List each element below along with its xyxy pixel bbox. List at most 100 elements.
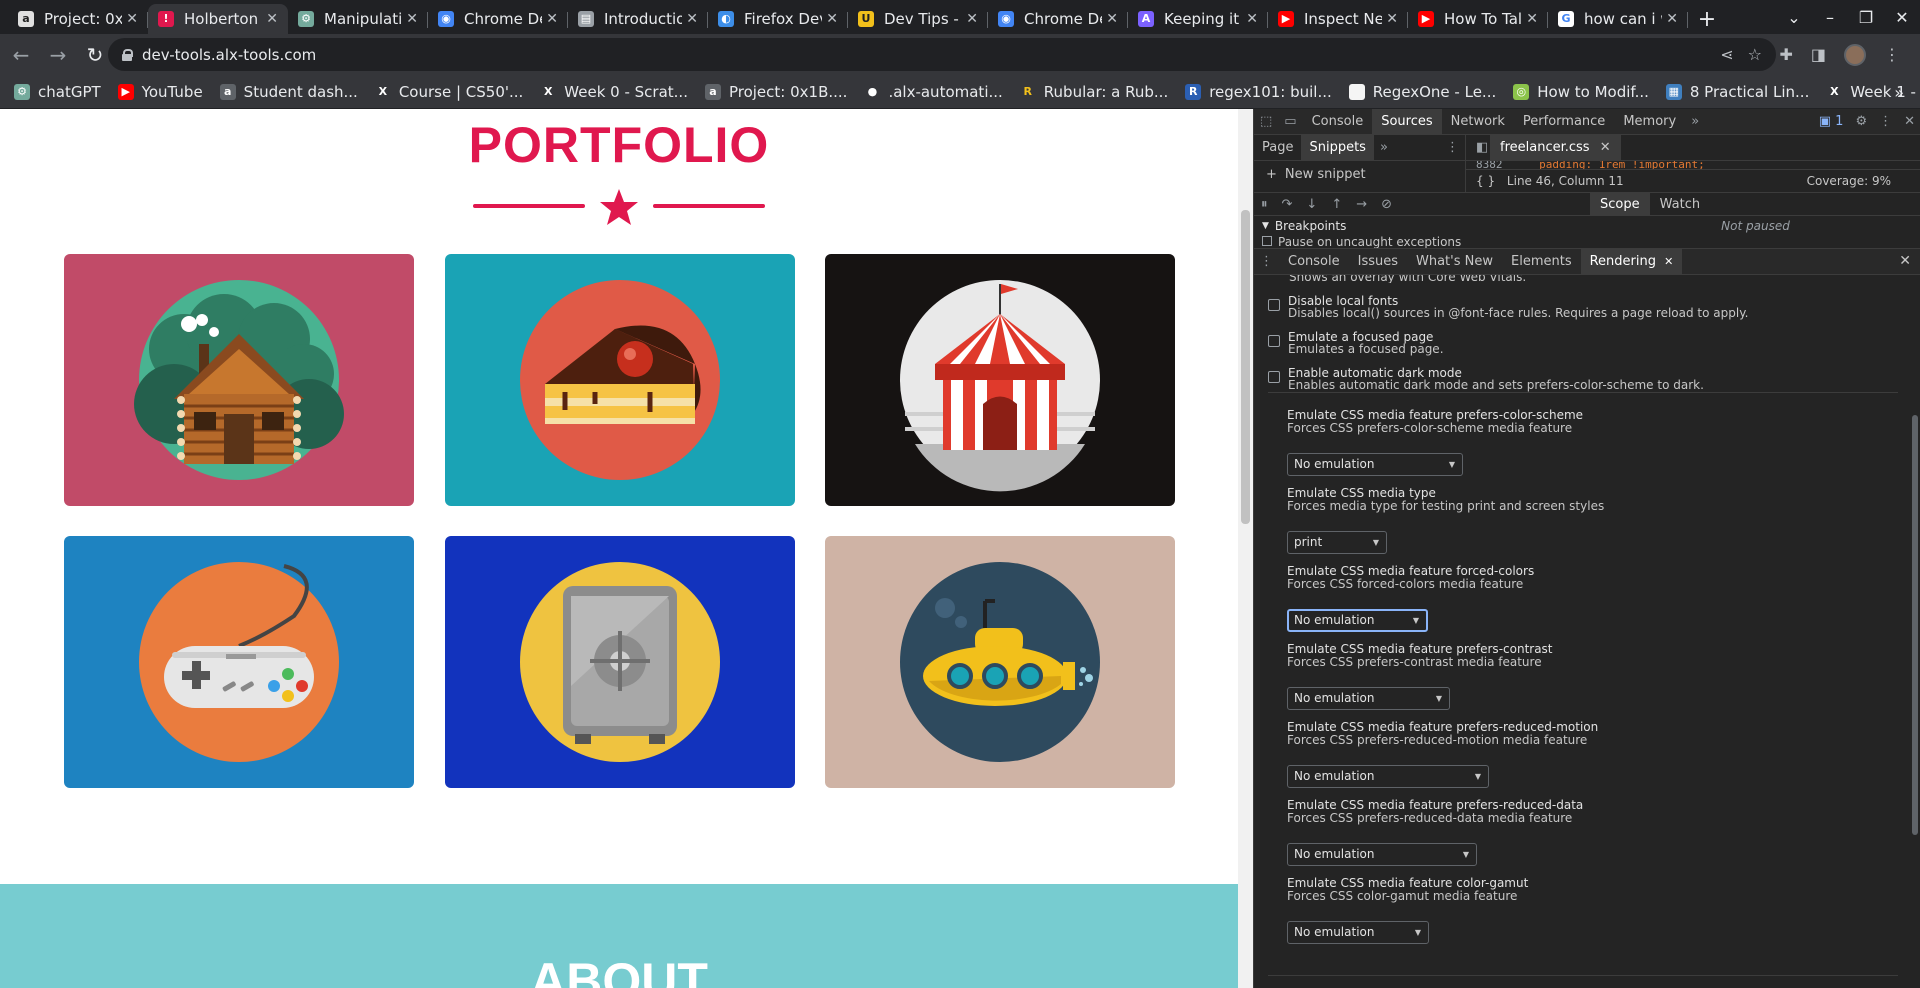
tab-scope[interactable]: Scope [1590,193,1650,216]
close-tab-icon[interactable]: ✕ [1246,11,1258,27]
emulate-focused-page-checkbox[interactable] [1268,335,1280,347]
close-tab-icon[interactable]: ✕ [826,11,838,27]
deactivate-breakpoints-icon[interactable]: ⊘ [1374,197,1399,212]
step-out-icon[interactable]: ↑ [1324,197,1349,212]
portfolio-card-game[interactable] [64,536,414,788]
browser-tab[interactable]: ▶ How To Tal ✕ [1408,4,1548,34]
close-tab-icon[interactable]: ✕ [1666,11,1678,27]
pause-icon[interactable]: ⏸ [1254,197,1275,212]
close-window-icon[interactable]: ✕ [1884,8,1920,27]
tab-page[interactable]: Page [1254,135,1301,160]
browser-tab[interactable]: ◐ Firefox Dev ✕ [708,4,848,34]
tab-network[interactable]: Network [1442,109,1514,135]
tab-performance[interactable]: Performance [1514,109,1614,135]
bookmark-item[interactable]: ⚙ chatGPT [14,83,101,101]
browser-tab[interactable]: a Project: 0x0✕ [8,4,148,34]
close-tab-icon[interactable]: ✕ [1386,11,1398,27]
breakpoints-header[interactable]: ▼ Breakpoints [1254,216,1590,236]
browser-tab[interactable]: ◉ Chrome Dev✕ [428,4,568,34]
close-tab-icon[interactable]: ✕ [966,11,978,27]
device-toolbar-icon[interactable]: ▭ [1278,114,1302,129]
browser-tab[interactable]: Ghow can i w✕ [1548,4,1688,34]
media-type-select[interactable]: print ▼ [1287,531,1387,554]
disable-local-fonts-checkbox[interactable] [1268,299,1280,311]
navigator-menu-icon[interactable]: ⋮ [1440,140,1465,155]
close-tab-icon[interactable]: ✕ [686,11,698,27]
tab-sources[interactable]: Sources [1372,108,1442,135]
bookmark-item[interactable]: RegexOne - Le... [1348,83,1496,101]
drawer-tab-elements[interactable]: Elements [1502,249,1581,274]
prefers-color-scheme-select[interactable]: No emulation ▼ [1287,453,1463,476]
portfolio-card-safe[interactable] [445,536,795,788]
bookmarks-overflow-icon[interactable]: » [1894,83,1904,102]
more-tabs-icon[interactable]: » [1685,114,1705,129]
drawer-menu-icon[interactable]: ⋮ [1254,254,1279,269]
restore-icon[interactable]: ❐ [1848,8,1884,27]
prefers-reduced-data-select[interactable]: No emulation ▼ [1287,843,1477,866]
bookmark-item[interactable]: ◎ How to Modif... [1513,83,1649,101]
pause-exceptions-checkbox[interactable] [1262,236,1272,246]
bookmark-item[interactable]: ▶ YouTube [117,83,203,101]
tab-watch[interactable]: Watch [1650,193,1710,216]
close-tab-icon[interactable]: ✕ [266,11,278,27]
color-gamut-select[interactable]: No emulation ▼ [1287,921,1429,944]
inspect-element-icon[interactable]: ⬚ [1254,114,1278,129]
more-nav-tabs-icon[interactable]: » [1374,140,1394,155]
close-devtools-icon[interactable]: ✕ [1898,114,1920,129]
bookmark-item[interactable]: X Week 0 - Scrat... [540,83,688,101]
new-tab-button[interactable]: + [1688,4,1726,34]
tab-search-icon[interactable]: ⌄ [1776,8,1812,27]
browser-tab[interactable]: ▶ Inspect Net ✕ [1268,4,1408,34]
file-tab[interactable]: freelancer.css ✕ [1490,135,1621,160]
browser-tab[interactable]: ◉ Chrome Dev✕ [988,4,1128,34]
browser-tab[interactable]: ▤ Introductio ✕ [568,4,708,34]
close-file-icon[interactable]: ✕ [1600,140,1611,155]
side-panel-icon[interactable]: ◨ [1811,45,1826,64]
rendering-scrollbar[interactable] [1909,275,1920,988]
menu-icon[interactable]: ⋮ [1884,45,1900,64]
portfolio-card-cabin[interactable] [64,254,414,506]
close-drawer-icon[interactable]: ✕ [1899,253,1911,269]
issues-badge[interactable]: ▣ 1 [1813,114,1850,129]
bookmark-item[interactable]: Rregex101: buil... [1185,83,1332,101]
reload-icon[interactable]: ↻ [79,39,111,71]
auto-dark-mode-checkbox[interactable] [1268,371,1280,383]
bookmark-item[interactable]: ▦ 8 Practical Lin... [1665,83,1809,101]
drawer-tab-issues[interactable]: Issues [1349,249,1407,274]
minimize-icon[interactable]: – [1812,8,1848,27]
tab-memory[interactable]: Memory [1614,109,1685,135]
close-tab-icon[interactable]: ✕ [406,11,418,27]
bookmark-item[interactable]: R Rubular: a Rub... [1019,83,1168,101]
step-over-icon[interactable]: ↷ [1275,197,1300,212]
rendering-scrollbar-thumb[interactable] [1912,415,1918,835]
close-tab-icon[interactable]: ✕ [126,11,138,27]
prefers-contrast-select[interactable]: No emulation ▼ [1287,687,1450,710]
prefers-reduced-motion-select[interactable]: No emulation ▼ [1287,765,1489,788]
browser-tab[interactable]: ⚙ Manipulatin✕ [288,4,428,34]
bookmark-star-icon[interactable]: ☆ [1748,45,1762,64]
extensions-icon[interactable]: ✚ [1779,45,1792,64]
bookmark-item[interactable]: a Student dash... [219,83,358,101]
browser-tab[interactable]: A Keeping it s✕ [1128,4,1268,34]
bookmark-item[interactable]: X Week 1 - C | CS... [1826,83,1920,101]
new-snippet-button[interactable]: + New snippet [1254,161,1465,187]
pause-exceptions-option[interactable]: Pause on uncaught exceptions [1262,236,1461,248]
page-scrollbar-thumb[interactable] [1241,210,1250,524]
toggle-navigator-icon[interactable]: ◧ [1470,140,1494,155]
drawer-tab-console[interactable]: Console [1279,249,1349,274]
address-bar[interactable]: dev-tools.alx-tools.com ⋖ ☆ [108,38,1776,71]
portfolio-card-circus[interactable] [825,254,1175,506]
step-into-icon[interactable]: ↓ [1299,197,1324,212]
browser-tab-active[interactable]: ! Holberton S✕ [148,4,288,34]
bookmark-item[interactable]: a Project: 0x1B.... [704,83,847,101]
close-tab-icon[interactable]: ✕ [1106,11,1118,27]
tab-console[interactable]: Console [1303,109,1373,135]
bookmark-item[interactable]: ● .alx-automati... [864,83,1003,101]
step-icon[interactable]: → [1349,197,1374,212]
share-icon[interactable]: ⋖ [1720,45,1733,64]
drawer-tab-whats-new[interactable]: What's New [1407,249,1502,274]
code-line[interactable]: 8382 padding: 1rem !important; [1466,161,1920,169]
forward-icon[interactable]: → [42,39,74,71]
devtools-menu-icon[interactable]: ⋮ [1873,114,1898,129]
drawer-tab-rendering[interactable]: Rendering ✕ [1580,249,1683,274]
